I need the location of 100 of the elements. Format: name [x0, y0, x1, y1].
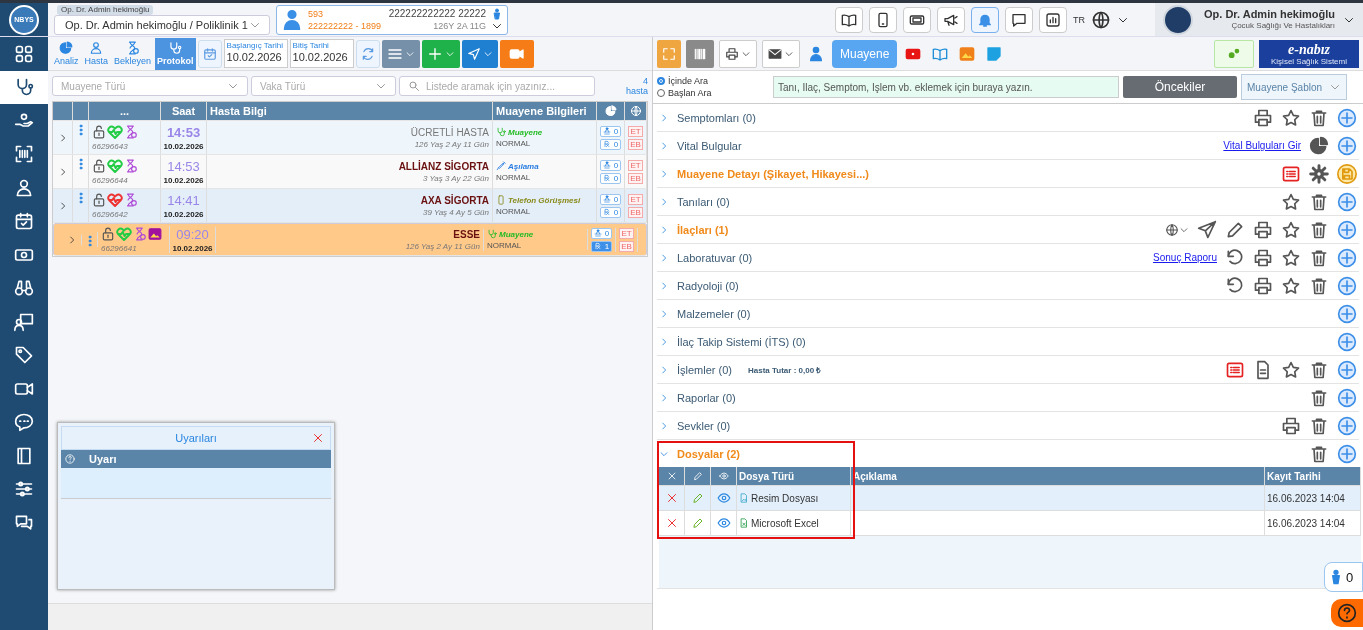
save-icon[interactable]	[1337, 163, 1357, 184]
print-button[interactable]	[719, 39, 757, 68]
eye-icon[interactable]	[716, 516, 731, 530]
count-badge[interactable]: 0	[590, 227, 613, 239]
star-icon[interactable]	[1281, 219, 1301, 240]
add-icon[interactable]	[1337, 191, 1357, 212]
add-icon[interactable]	[1337, 135, 1357, 156]
add-item-field[interactable]: Tanı, İlaç, Semptom, İşlem vb. eklemek için buraya yazın.	[773, 76, 1119, 98]
image-icon[interactable]	[959, 45, 976, 62]
toolbar-tab[interactable]: Protokol	[155, 37, 196, 70]
section-title[interactable]: Malzemeler (0)	[677, 307, 751, 320]
section-title[interactable]: Raporlar (0)	[677, 391, 736, 404]
patient-row[interactable]: 66296641 09:20 10.02.2026 ESSE 126 Yaş 2 Ay 11 Gün Muayene NORMAL 0 1 ET EB	[53, 223, 647, 256]
tag-label[interactable]: ET	[619, 227, 634, 239]
doctor-icon[interactable]	[808, 45, 824, 62]
section-title[interactable]: İşlemler (0)	[677, 363, 732, 376]
refresh-button[interactable]	[355, 39, 380, 68]
message-button[interactable]	[1005, 6, 1033, 33]
printer-icon[interactable]	[1253, 107, 1273, 128]
add-icon[interactable]	[1337, 303, 1357, 324]
settings-button[interactable]	[1214, 39, 1254, 68]
book-button[interactable]	[835, 6, 863, 33]
date-field[interactable]: Bitiş Tarihi 10.02.2026	[289, 39, 354, 68]
printer-icon[interactable]	[1281, 415, 1301, 436]
tag-label[interactable]: EB	[619, 240, 634, 252]
add-icon[interactable]	[1337, 107, 1357, 128]
case-type-select[interactable]: Vaka Türü	[251, 76, 396, 96]
radio-label[interactable]: İçinde Ara	[668, 75, 709, 87]
previous-button[interactable]: Öncekiler	[1123, 76, 1237, 98]
exam-type-select[interactable]: Muayene Türü	[52, 76, 248, 96]
sidebar-item[interactable]	[0, 70, 48, 104]
star-icon[interactable]	[1281, 275, 1301, 296]
patient-row[interactable]: 66296642 14:41 10.02.2026 AXA SİGORTA 39 Yaş 4 Ay 5 Gün Telefon Görüşmesi NORMAL 0 0 ET EB	[53, 189, 647, 223]
calendar-button[interactable]	[197, 39, 222, 68]
send-icon[interactable]	[1197, 219, 1217, 240]
navigation-button[interactable]	[461, 39, 498, 68]
star-icon[interactable]	[1281, 359, 1301, 380]
patient-row[interactable]: 66296643 14:53 10.02.2026 ÜCRETLİ HASTA 126 Yaş 2 Ay 11 Gün Muayene NORMAL 0 0 ET EB	[53, 121, 647, 155]
patient-card[interactable]: 593 222222222 - 1899 222222222222 22222 126Y 2A 11G	[276, 4, 508, 35]
announcement-button[interactable]	[937, 6, 965, 33]
barcode-button[interactable]	[686, 39, 714, 68]
section-link[interactable]: Vital Bulguları Gir	[1223, 140, 1301, 151]
note-icon[interactable]	[986, 45, 1003, 62]
add-icon[interactable]	[1337, 331, 1357, 352]
section-title[interactable]: Laboratuvar (0)	[677, 251, 753, 264]
close-icon[interactable]	[312, 432, 324, 444]
pie-chart-icon[interactable]	[1309, 135, 1329, 156]
section-title[interactable]: Semptomları (0)	[677, 111, 756, 124]
notification-button[interactable]	[971, 6, 999, 33]
patient-row[interactable]: 66296644 14:53 10.02.2026 ALLİANZ SİGORTA 3 Yaş 3 Ay 22 Gün Aşılama NORMAL 0 0 ET EB	[53, 155, 647, 189]
toolbar-tab[interactable]: Hasta	[82, 37, 111, 70]
tag-label[interactable]: EB	[628, 206, 643, 218]
add-button[interactable]	[421, 39, 460, 68]
section-title[interactable]: Muayene Detayı (Şikayet, Hikayesi...)	[677, 167, 869, 180]
delete-icon[interactable]	[665, 492, 678, 504]
radio-button[interactable]	[657, 77, 665, 85]
date-field[interactable]: Başlangıç Tarihi 10.02.2026	[223, 39, 288, 68]
menu-button[interactable]	[381, 39, 420, 68]
star-icon[interactable]	[1281, 107, 1301, 128]
section-title[interactable]: Radyoloji (0)	[677, 279, 739, 292]
mail-button[interactable]	[762, 39, 800, 68]
report-button[interactable]	[1039, 6, 1067, 33]
tag-label[interactable]: ET	[628, 193, 643, 205]
star-icon[interactable]	[1281, 247, 1301, 268]
add-icon[interactable]	[1337, 275, 1357, 296]
tag-label[interactable]: ET	[628, 159, 643, 171]
printer-icon[interactable]	[1253, 219, 1273, 240]
section-title[interactable]: Tanıları (0)	[677, 195, 730, 208]
radio-button[interactable]	[657, 89, 665, 97]
section-title[interactable]: Vital Bulgular	[677, 139, 742, 152]
printer-icon[interactable]	[1253, 275, 1273, 296]
prescription-badge[interactable]: 0	[599, 138, 622, 150]
add-icon[interactable]	[1337, 247, 1357, 268]
book-icon[interactable]	[932, 45, 949, 62]
add-icon[interactable]	[1337, 443, 1357, 464]
template-select[interactable]: Muayene Şablon	[1241, 74, 1347, 100]
tag-label[interactable]: ET	[628, 125, 643, 137]
toolbar-tab[interactable]: Bekleyen	[112, 37, 154, 70]
eye-icon[interactable]	[716, 491, 731, 505]
count-badge[interactable]: 0	[599, 125, 622, 137]
search-field[interactable]: Listede aramak için yazınız...	[399, 76, 595, 96]
section-link[interactable]: Sonuç Raporu	[1153, 252, 1217, 263]
pencil-icon[interactable]	[1225, 219, 1245, 240]
count-badge[interactable]: 0	[599, 193, 622, 205]
e-nabiz-logo[interactable]: e-nabız Kişisel Sağlık Sistemi	[1259, 39, 1359, 68]
online-counter[interactable]: 0	[1324, 562, 1363, 592]
section-title[interactable]: İlaç Takip Sistemi (İTS) (0)	[677, 335, 806, 348]
section-title[interactable]: Dosyalar (2)	[677, 447, 740, 460]
video-call-button[interactable]	[499, 39, 534, 68]
section-title[interactable]: Sevkler (0)	[677, 419, 731, 432]
tag-label[interactable]: EB	[628, 138, 643, 150]
add-icon[interactable]	[1337, 359, 1357, 380]
globe-icon[interactable]	[1091, 9, 1111, 30]
toolbar-tab[interactable]: Analiz	[52, 37, 81, 70]
language-dropdown[interactable]	[1165, 222, 1189, 237]
tag-label[interactable]: EB	[628, 172, 643, 184]
prescription-badge[interactable]: 0	[599, 172, 622, 184]
prescription-badge[interactable]: 0	[599, 206, 622, 218]
delete-icon[interactable]	[665, 517, 678, 529]
prescription-badge[interactable]: 1	[590, 240, 613, 252]
